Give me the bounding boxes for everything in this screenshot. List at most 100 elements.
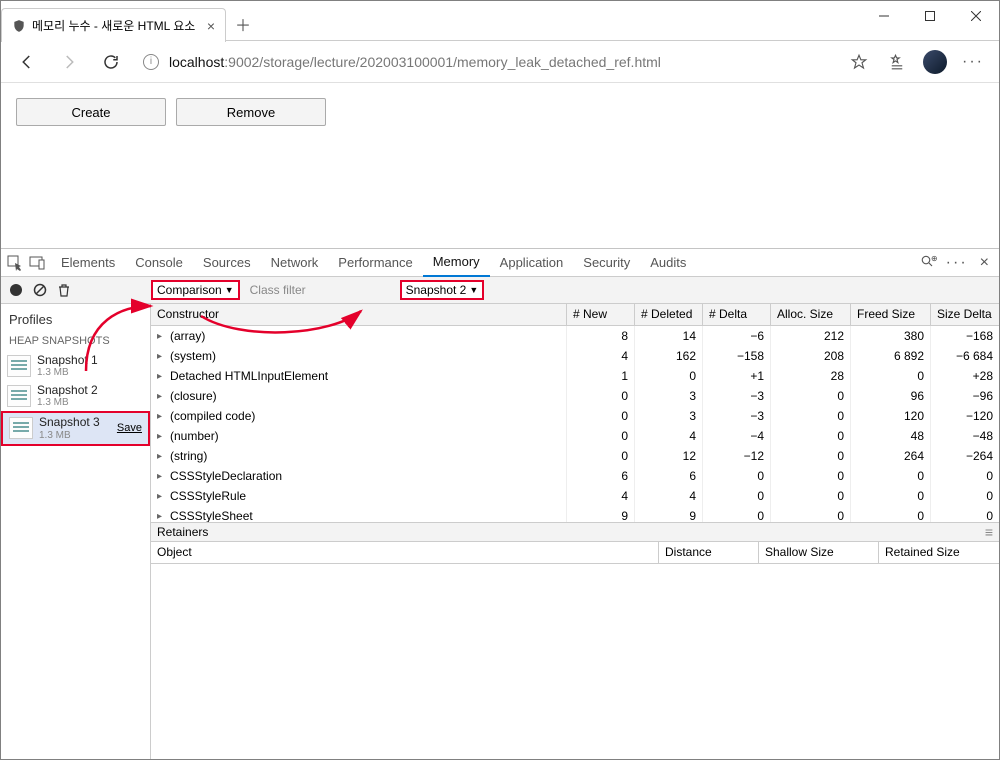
table-row[interactable]: ▸(number) 04−4 048−48 bbox=[151, 426, 999, 446]
create-button[interactable]: Create bbox=[16, 98, 166, 126]
devtools-tab-network[interactable]: Network bbox=[261, 249, 329, 277]
url-host: localhost bbox=[169, 54, 224, 70]
profile-avatar[interactable] bbox=[923, 50, 947, 74]
remove-button[interactable]: Remove bbox=[176, 98, 326, 126]
clear-icon[interactable] bbox=[33, 283, 47, 297]
site-info-icon[interactable]: i bbox=[143, 54, 159, 70]
constructor-name: CSSStyleRule bbox=[170, 489, 246, 503]
constructor-name: (string) bbox=[170, 449, 207, 463]
url-input[interactable]: i localhost:9002/storage/lecture/2020031… bbox=[135, 46, 835, 78]
retainers-menu-icon[interactable]: ≡ bbox=[985, 524, 993, 540]
constructor-name: CSSStyleSheet bbox=[170, 509, 253, 522]
table-row[interactable]: ▸Detached HTMLInputElement 10+1 280+28 bbox=[151, 366, 999, 386]
page-viewport: Create Remove bbox=[1, 83, 999, 248]
col-delta[interactable]: # Delta bbox=[703, 304, 771, 325]
col-freed[interactable]: Freed Size bbox=[851, 304, 931, 325]
inspect-element-icon[interactable] bbox=[7, 255, 23, 271]
browser-tab[interactable]: 메모리 누수 - 새로운 HTML 요소 × bbox=[1, 8, 226, 42]
ret-col-shallow[interactable]: Shallow Size bbox=[759, 542, 879, 563]
devtools-tab-sources[interactable]: Sources bbox=[193, 249, 261, 277]
devtools-tab-application[interactable]: Application bbox=[490, 249, 574, 277]
expand-icon[interactable]: ▸ bbox=[157, 371, 167, 382]
snapshot-icon bbox=[9, 417, 33, 439]
window-controls bbox=[861, 1, 999, 31]
table-row[interactable]: ▸(system) 4162−158 2086 892−6 684 bbox=[151, 346, 999, 366]
snapshot-icon bbox=[7, 355, 31, 377]
expand-icon[interactable]: ▸ bbox=[157, 471, 167, 482]
table-row[interactable]: ▸(array) 814−6 212380−168 bbox=[151, 326, 999, 346]
devtools-tab-console[interactable]: Console bbox=[125, 249, 193, 277]
class-filter-input[interactable]: Class filter bbox=[250, 283, 350, 297]
titlebar: 메모리 누수 - 새로운 HTML 요소 × ＋ bbox=[1, 1, 999, 41]
snapshot-icon bbox=[7, 385, 31, 407]
snapshot-item[interactable]: Snapshot 1 1.3 MB bbox=[1, 351, 150, 381]
ret-col-object[interactable]: Object bbox=[151, 542, 659, 563]
col-constructor[interactable]: Constructor bbox=[151, 304, 567, 325]
col-new[interactable]: # New bbox=[567, 304, 635, 325]
snapshot-size: 1.3 MB bbox=[39, 430, 100, 441]
col-size-delta[interactable]: Size Delta bbox=[931, 304, 999, 325]
constructor-name: CSSStyleDeclaration bbox=[170, 469, 282, 483]
expand-icon[interactable]: ▸ bbox=[157, 431, 167, 442]
maximize-button[interactable] bbox=[907, 1, 953, 31]
col-alloc[interactable]: Alloc. Size bbox=[771, 304, 851, 325]
table-row[interactable]: ▸(closure) 03−3 096−96 bbox=[151, 386, 999, 406]
profiles-heading: Profiles bbox=[1, 304, 150, 331]
snapshot-size: 1.3 MB bbox=[37, 397, 98, 408]
favorite-icon[interactable] bbox=[841, 44, 877, 80]
devtools-tab-memory[interactable]: Memory bbox=[423, 249, 490, 277]
devtools-tabs: ElementsConsoleSourcesNetworkPerformance… bbox=[1, 249, 999, 277]
devtools-close-icon[interactable]: × bbox=[976, 254, 993, 272]
snapshot-item[interactable]: Snapshot 2 1.3 MB bbox=[1, 381, 150, 411]
tab-close-icon[interactable]: × bbox=[207, 18, 215, 34]
refresh-button[interactable] bbox=[93, 44, 129, 80]
devtools-tab-elements[interactable]: Elements bbox=[51, 249, 125, 277]
table-row[interactable]: ▸CSSStyleRule 440 000 bbox=[151, 486, 999, 506]
table-row[interactable]: ▸(compiled code) 03−3 0120−120 bbox=[151, 406, 999, 426]
expand-icon[interactable]: ▸ bbox=[157, 491, 167, 502]
expand-icon[interactable]: ▸ bbox=[157, 511, 167, 522]
devtools-tab-performance[interactable]: Performance bbox=[328, 249, 422, 277]
snapshot-save-link[interactable]: Save bbox=[117, 422, 142, 434]
constructor-name: Detached HTMLInputElement bbox=[170, 369, 328, 383]
comparison-grid: Constructor # New # Deleted # Delta Allo… bbox=[151, 304, 999, 759]
minimize-button[interactable] bbox=[861, 1, 907, 31]
favorites-list-icon[interactable] bbox=[879, 44, 915, 80]
expand-icon[interactable]: ▸ bbox=[157, 331, 167, 342]
expand-icon[interactable]: ▸ bbox=[157, 411, 167, 422]
new-tab-button[interactable]: ＋ bbox=[226, 7, 260, 41]
col-deleted[interactable]: # Deleted bbox=[635, 304, 703, 325]
grid-header: Constructor # New # Deleted # Delta Allo… bbox=[151, 304, 999, 326]
record-icon[interactable] bbox=[9, 283, 23, 297]
expand-icon[interactable]: ▸ bbox=[157, 351, 167, 362]
expand-icon[interactable]: ▸ bbox=[157, 451, 167, 462]
devtools-panel: ElementsConsoleSourcesNetworkPerformance… bbox=[1, 248, 999, 759]
forward-button[interactable] bbox=[51, 44, 87, 80]
ret-col-distance[interactable]: Distance bbox=[659, 542, 759, 563]
base-snapshot-select[interactable]: Snapshot 2▼ bbox=[400, 280, 485, 300]
constructor-name: (compiled code) bbox=[170, 409, 255, 423]
view-select[interactable]: Comparison▼ bbox=[151, 280, 240, 300]
snapshot-name: Snapshot 1 bbox=[37, 354, 98, 367]
devtools-tab-audits[interactable]: Audits bbox=[640, 249, 696, 277]
constructor-name: (array) bbox=[170, 329, 205, 343]
trash-icon[interactable] bbox=[57, 283, 71, 297]
devtools-search-icon[interactable] bbox=[920, 254, 938, 272]
table-row[interactable]: ▸CSSStyleDeclaration 660 000 bbox=[151, 466, 999, 486]
snapshot-item[interactable]: Snapshot 3 1.3 MB Save bbox=[1, 411, 150, 445]
table-row[interactable]: ▸CSSStyleSheet 990 000 bbox=[151, 506, 999, 522]
devtools-more-icon[interactable]: ··· bbox=[946, 254, 968, 272]
url-path: :9002/storage/lecture/202003100001/memor… bbox=[224, 54, 661, 70]
constructor-name: (number) bbox=[170, 429, 219, 443]
table-row[interactable]: ▸(string) 012−12 0264−264 bbox=[151, 446, 999, 466]
retainers-header[interactable]: Retainers ≡ bbox=[151, 522, 999, 542]
snapshot-name: Snapshot 2 bbox=[37, 384, 98, 397]
snapshot-size: 1.3 MB bbox=[37, 367, 98, 378]
devtools-tab-security[interactable]: Security bbox=[573, 249, 640, 277]
ret-col-retained[interactable]: Retained Size bbox=[879, 542, 999, 563]
more-menu-icon[interactable]: ··· bbox=[955, 44, 991, 80]
close-window-button[interactable] bbox=[953, 1, 999, 31]
back-button[interactable] bbox=[9, 44, 45, 80]
device-toolbar-icon[interactable] bbox=[29, 255, 45, 271]
expand-icon[interactable]: ▸ bbox=[157, 391, 167, 402]
